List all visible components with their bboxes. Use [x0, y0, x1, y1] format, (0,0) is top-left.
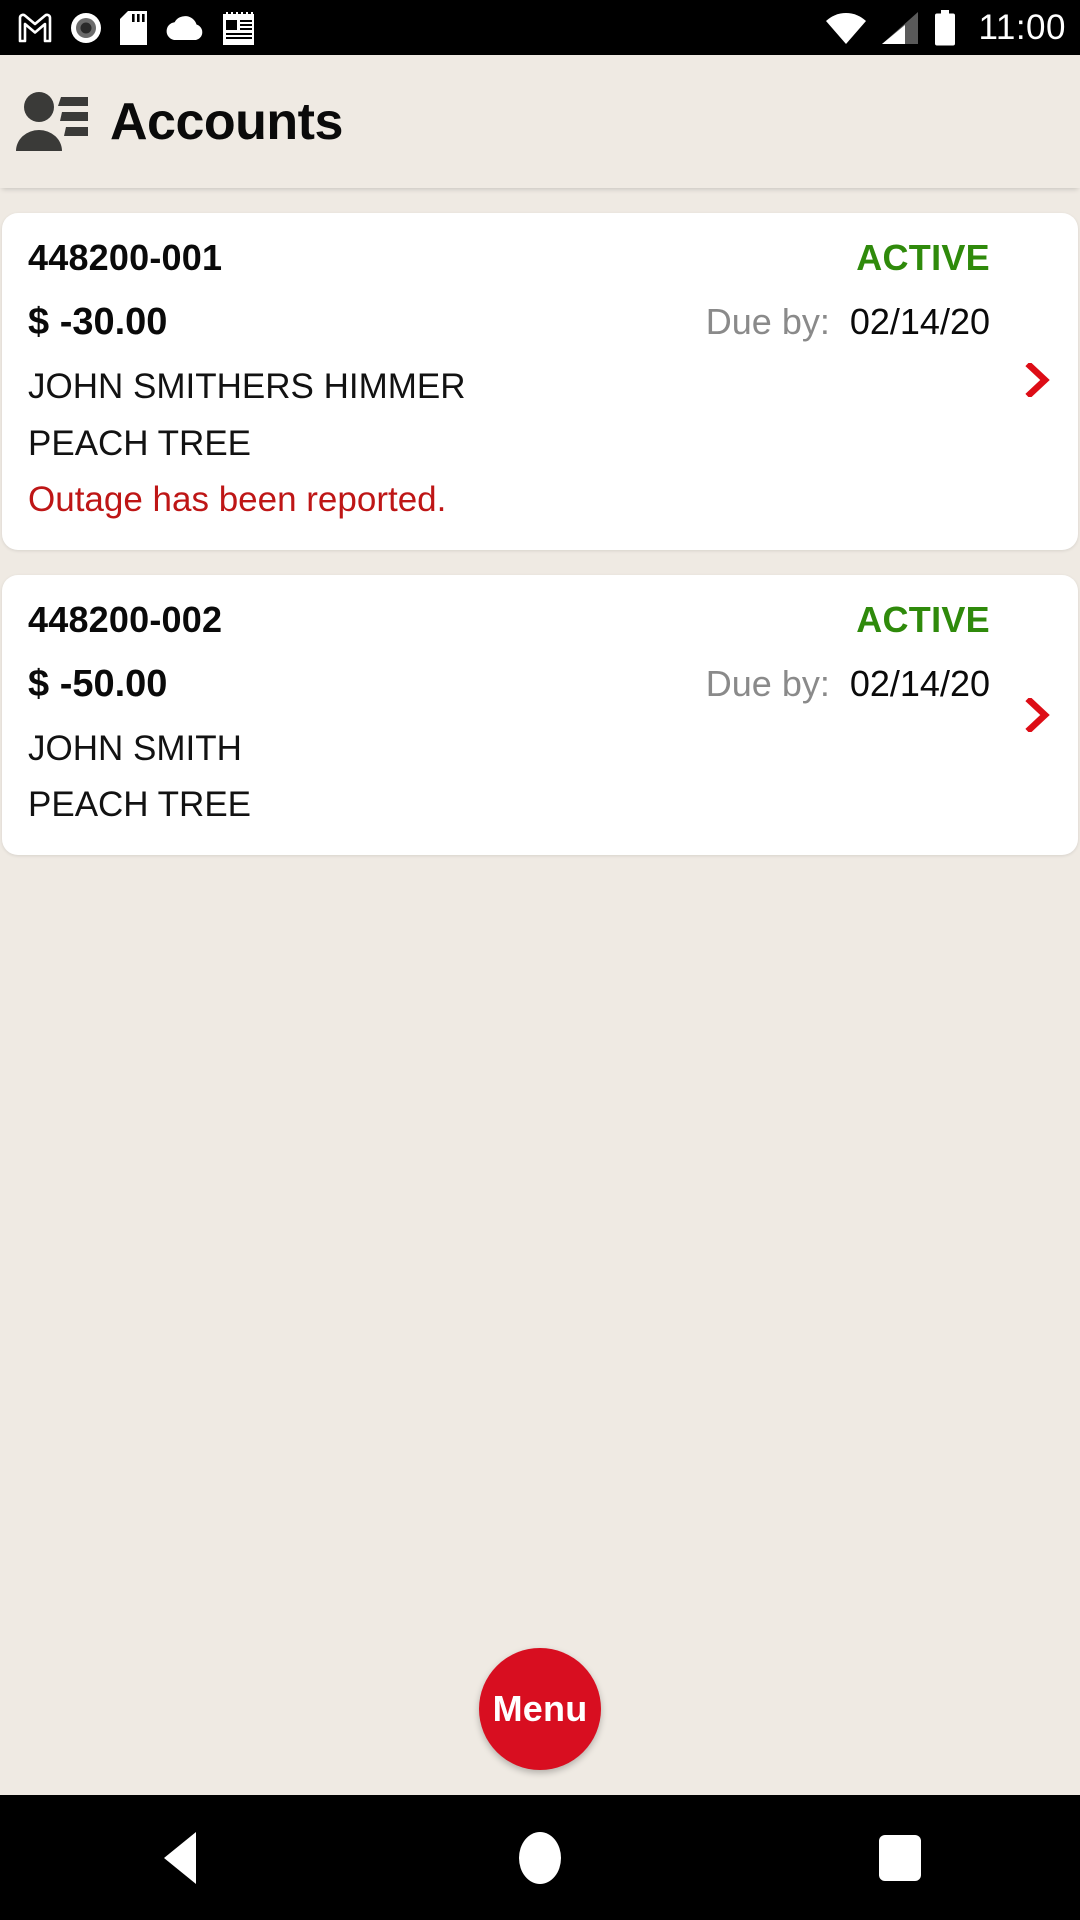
status-badge: ACTIVE — [856, 237, 990, 278]
record-circle-icon — [71, 12, 101, 43]
account-balance-row: $ -30.00 Due by: 02/14/20 — [28, 301, 1052, 344]
outage-alert-message: Outage has been reported. — [28, 480, 447, 520]
status-bar-system-icons: 11:00 — [825, 8, 1067, 48]
battery-icon — [934, 9, 955, 45]
account-number: 448200-002 — [28, 598, 223, 640]
service-address: PEACH TREE — [28, 785, 252, 825]
due-date-value: 02/14/20 — [849, 301, 990, 342]
home-circle-icon — [519, 1831, 561, 1884]
menu-fab-button[interactable]: Menu — [479, 1648, 601, 1770]
service-address: PEACH TREE — [28, 423, 252, 463]
account-balance: $ -30.00 — [28, 301, 168, 343]
account-card-header: 448200-001 ACTIVE — [28, 237, 1052, 279]
sd-card-icon — [120, 10, 147, 45]
recents-square-icon — [879, 1834, 921, 1881]
customer-name: JOHN SMITH — [28, 728, 242, 768]
customer-name: JOHN SMITHERS HIMMER — [28, 367, 466, 406]
status-bar-notification-icons — [18, 10, 255, 45]
gmail-icon — [18, 13, 52, 42]
system-navigation-bar — [0, 1795, 1080, 1920]
account-number: 448200-001 — [28, 237, 223, 278]
due-by-label: Due by: — [705, 662, 830, 704]
due-date-group: Due by: 02/14/20 — [706, 663, 1052, 705]
cellular-signal-icon — [881, 11, 918, 44]
account-card[interactable]: 448200-002 ACTIVE $ -50.00 Due by: 02/14… — [2, 574, 1078, 855]
wifi-icon — [825, 12, 866, 44]
nav-recents-button[interactable] — [820, 1795, 980, 1920]
chevron-right-icon[interactable] — [1020, 697, 1054, 732]
menu-fab-label: Menu — [492, 1688, 588, 1729]
status-bar: 11:00 — [0, 0, 1080, 55]
app-bar: Accounts — [0, 55, 1080, 188]
due-date-group: Due by: 02/14/20 — [706, 301, 1052, 343]
nav-back-button[interactable] — [100, 1795, 260, 1920]
chevron-right-icon[interactable] — [1020, 363, 1054, 397]
notepad-icon — [223, 11, 254, 45]
due-by-label: Due by: — [705, 301, 830, 342]
account-balance-row: $ -50.00 Due by: 02/14/20 — [28, 663, 1052, 706]
nav-home-button[interactable] — [460, 1795, 620, 1920]
accounts-list: 448200-001 ACTIVE $ -30.00 Due by: 02/14… — [0, 188, 1080, 1795]
page-title: Accounts — [110, 92, 343, 151]
account-card[interactable]: 448200-001 ACTIVE $ -30.00 Due by: 02/14… — [2, 213, 1078, 550]
phone-screen: 11:00 Accounts 448200-001 ACTIVE $ -30.0… — [0, 0, 1080, 1920]
account-balance: $ -50.00 — [28, 662, 168, 705]
status-bar-clock: 11:00 — [978, 7, 1066, 47]
status-badge: ACTIVE — [856, 598, 990, 640]
cloud-icon — [166, 16, 203, 40]
due-date-value: 02/14/20 — [849, 662, 990, 704]
account-person-list-icon — [16, 91, 88, 151]
account-card-header: 448200-002 ACTIVE — [28, 599, 1052, 641]
back-triangle-icon — [164, 1831, 196, 1884]
